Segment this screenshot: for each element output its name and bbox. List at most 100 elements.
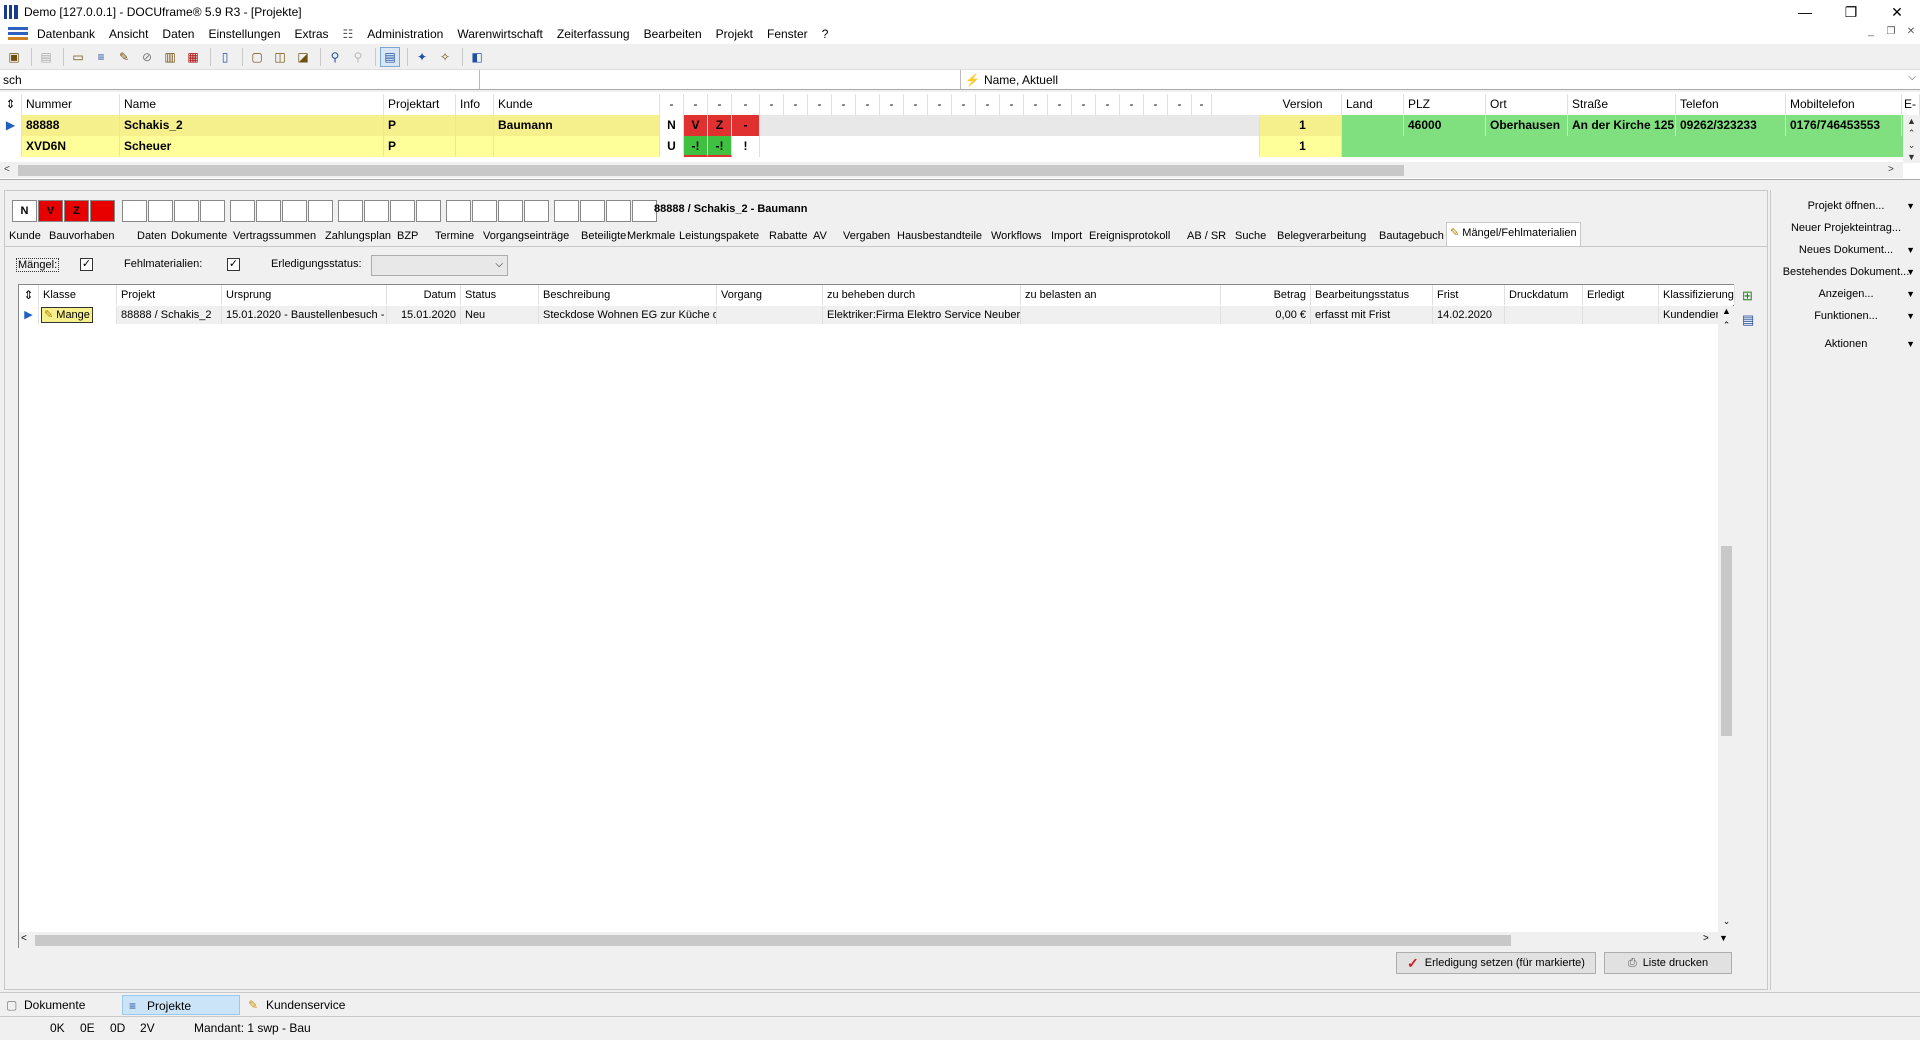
card-icon[interactable]: ▭ [68, 47, 88, 67]
row2-address-cells[interactable] [1342, 136, 1920, 157]
row2-version[interactable]: 1 [1260, 136, 1342, 157]
tab-suche[interactable]: Suche [1232, 226, 1269, 246]
inner-header-druckdatum[interactable]: Druckdatum [1505, 285, 1583, 305]
header-name[interactable]: Name [120, 94, 384, 115]
header-info[interactable]: Info [456, 94, 494, 115]
inner-header-ursprung[interactable]: Ursprung [222, 285, 387, 305]
row-erledigt[interactable] [1583, 306, 1659, 324]
header-dash-col[interactable]: - [1144, 94, 1168, 115]
row1-status-dash[interactable]: - [732, 115, 760, 136]
search-input[interactable] [0, 70, 480, 89]
export-icon[interactable]: ✧ [435, 47, 455, 67]
tab-av[interactable]: AV [810, 226, 830, 246]
inner-grid-vscroll[interactable]: ▲ ⌃ ⌄ [1718, 306, 1735, 932]
inner-header-erledigt[interactable]: Erledigt [1583, 285, 1659, 305]
neuer-projekteintrag-button[interactable]: Neuer Projekteintrag... [1773, 218, 1919, 238]
row1-version[interactable]: 1 [1260, 115, 1342, 136]
doc-icon[interactable]: ▥ [160, 47, 180, 67]
tab-zahlungsplan[interactable]: Zahlungsplan [322, 226, 394, 246]
tab-kunde[interactable]: Kunde [6, 226, 44, 246]
header-dash-col[interactable]: - [976, 94, 1000, 115]
status-box-empty[interactable] [282, 200, 307, 222]
row1-nummer[interactable]: 88888 [22, 115, 120, 136]
menu-administration[interactable]: Administration [360, 27, 450, 41]
menu-projekt[interactable]: Projekt [709, 27, 760, 41]
status-box-z[interactable]: Z [64, 200, 89, 222]
header-telefon[interactable]: Telefon [1676, 94, 1786, 115]
tab-mängel-fehlmaterialien[interactable]: ✎ Mängel/Fehlmaterialien [1446, 222, 1581, 247]
status-box-empty[interactable] [416, 200, 441, 222]
status-box-empty[interactable] [200, 200, 225, 222]
header-dash-col[interactable]: - [856, 94, 880, 115]
tab-bautagebuch[interactable]: Bautagebuch [1376, 226, 1447, 246]
fehlmaterialien-checkbox[interactable]: ✓ [227, 258, 240, 271]
row2-name[interactable]: Scheuer [120, 136, 384, 157]
phone-icon[interactable]: ▯ [215, 47, 235, 67]
menu-app-icon[interactable] [8, 27, 28, 41]
status-box-empty[interactable] [122, 200, 147, 222]
header-dash-col[interactable]: - [880, 94, 904, 115]
view-toggle-icon[interactable]: ▤ [380, 46, 400, 67]
open-icon[interactable]: ▣ [4, 47, 24, 67]
tab-rabatte[interactable]: Rabatte [766, 226, 811, 246]
erledigung-setzen-button[interactable]: ✓ Erledigung setzen (für markierte) [1396, 952, 1596, 974]
tool-icon[interactable]: ✦ [412, 47, 432, 67]
inner-row-selector-icon[interactable]: ▶ [19, 306, 39, 324]
menu-extras[interactable]: Extras [288, 27, 336, 41]
row2-status-excl[interactable]: ! [732, 136, 760, 157]
row1-ort[interactable]: Oberhausen [1486, 115, 1568, 136]
folder-export-icon[interactable]: ◪ [293, 47, 313, 67]
header-dash-col[interactable]: - [808, 94, 832, 115]
menu-einstellungen[interactable]: Einstellungen [201, 27, 287, 41]
status-box-empty[interactable] [580, 200, 605, 222]
row2-selector[interactable] [0, 136, 22, 157]
header-land[interactable]: Land [1342, 94, 1404, 115]
mdi-minimize-icon[interactable]: _ [1862, 26, 1880, 42]
row-vorgang[interactable] [717, 306, 823, 324]
tab-leistungspakete[interactable]: Leistungspakete [676, 226, 762, 246]
row2-status-v[interactable]: -! [684, 136, 708, 157]
menu-datenbank[interactable]: Datenbank [30, 27, 102, 41]
inner-header-betrag[interactable]: Betrag [1221, 285, 1311, 305]
status-box-empty[interactable] [230, 200, 255, 222]
status-box-empty[interactable] [174, 200, 199, 222]
status-box-empty[interactable] [338, 200, 363, 222]
header-dash-col[interactable]: - [832, 94, 856, 115]
row2-status-u[interactable]: U [660, 136, 684, 157]
header-ort[interactable]: Ort [1486, 94, 1568, 115]
tab-vorgangseinträge[interactable]: Vorgangseinträge [480, 226, 572, 246]
menu-daten[interactable]: Daten [155, 27, 201, 41]
tab-hausbestandteile[interactable]: Hausbestandteile [894, 226, 985, 246]
header-dash-col[interactable]: - [1192, 94, 1212, 115]
mdi-restore-icon[interactable]: ❐ [1882, 26, 1900, 42]
header-plz[interactable]: PLZ [1404, 94, 1486, 115]
status-box-empty[interactable] [554, 200, 579, 222]
row-projekt[interactable]: 88888 / Schakis_2 [117, 306, 222, 324]
row1-strasse[interactable]: An der Kirche 125 [1568, 115, 1676, 136]
menu-warenwirtschaft[interactable]: Warenwirtschaft [450, 27, 550, 41]
row1-name[interactable]: Schakis_2 [120, 115, 384, 136]
header-dash-col[interactable]: - [928, 94, 952, 115]
row2-nummer[interactable]: XVD6N [22, 136, 120, 157]
folder-new-icon[interactable]: ▢ [247, 47, 267, 67]
liste-drucken-button[interactable]: ⎙ Liste drucken [1604, 952, 1732, 974]
tab-ereignisprotokoll[interactable]: Ereignisprotokoll [1086, 226, 1173, 246]
tab-merkmale[interactable]: Merkmale [624, 226, 678, 246]
header-dash-col[interactable]: - [1168, 94, 1192, 115]
row-ursprung[interactable]: 15.01.2020 - Baustellenbesuch - [222, 306, 387, 324]
inner-header-klassifizierung[interactable]: Klassifizierung [1659, 285, 1735, 305]
row-datum[interactable]: 15.01.2020 [387, 306, 461, 324]
row1-projektart[interactable]: P [384, 115, 456, 136]
header-dash-col[interactable]: - [708, 94, 732, 115]
status-box-empty[interactable] [256, 200, 281, 222]
header-projektart[interactable]: Projektart [384, 94, 456, 115]
top-grid-hscroll[interactable]: < > [0, 162, 1903, 178]
top-grid-vscroll[interactable]: ▲ ⌃ ⌄ ▼ [1903, 115, 1920, 163]
inner-grid-settings-icon[interactable]: ⇕ [19, 285, 39, 305]
projekt-oeffnen-button[interactable]: Projekt öffnen... ▼ [1773, 196, 1919, 216]
tab-import[interactable]: Import [1048, 226, 1085, 246]
status-box-empty[interactable] [390, 200, 415, 222]
maengel-checkbox[interactable]: ✓ [80, 258, 93, 271]
row1-status-n[interactable]: N [660, 115, 684, 136]
menu-ansicht[interactable]: Ansicht [102, 27, 155, 41]
